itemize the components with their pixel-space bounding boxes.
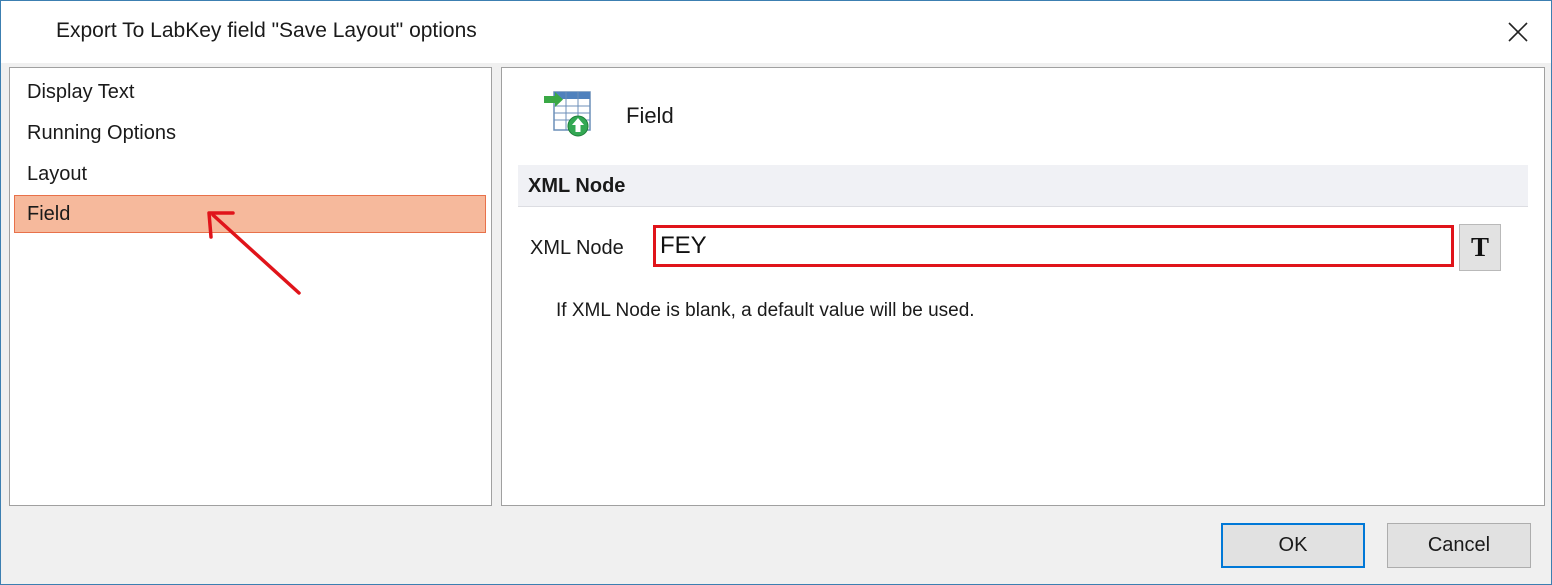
section-header-xml-node: XML Node: [518, 165, 1528, 207]
text-format-button[interactable]: T: [1459, 224, 1501, 271]
close-icon: [1508, 22, 1528, 42]
window-title: Export To LabKey field "Save Layout" opt…: [56, 19, 477, 42]
nav-item-label: Layout: [27, 163, 88, 185]
nav-item-label: Field: [27, 203, 71, 225]
nav-item-display-text[interactable]: Display Text: [14, 73, 486, 111]
xml-node-input[interactable]: [653, 225, 1454, 267]
close-button[interactable]: [1495, 9, 1541, 55]
nav-item-running-options[interactable]: Running Options: [14, 114, 486, 152]
nav-item-field[interactable]: Field: [14, 195, 486, 233]
nav-item-label: Display Text: [27, 81, 135, 103]
nav-item-layout[interactable]: Layout: [14, 155, 486, 193]
ok-button[interactable]: OK: [1221, 523, 1365, 568]
title-bar: Export To LabKey field "Save Layout" opt…: [1, 1, 1551, 63]
xml-node-label: XML Node: [530, 237, 624, 259]
cancel-button[interactable]: Cancel: [1387, 523, 1531, 568]
nav-item-label: Running Options: [27, 122, 176, 144]
field-export-icon: [544, 91, 591, 137]
options-dialog: Export To LabKey field "Save Layout" opt…: [0, 0, 1552, 585]
panel-title: Field: [626, 103, 674, 128]
options-nav-list: Display Text Running Options Layout Fiel…: [9, 67, 492, 506]
xml-node-hint: If XML Node is blank, a default value wi…: [556, 300, 975, 321]
field-options-panel: Field XML Node XML Node T If XML Node is…: [501, 67, 1545, 506]
